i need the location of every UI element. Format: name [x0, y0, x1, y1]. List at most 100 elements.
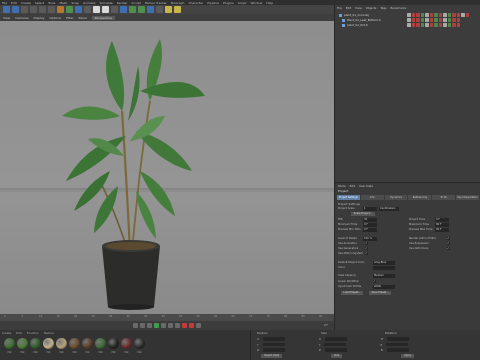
material-tag-icon[interactable]: [447, 18, 451, 22]
material-tag-icon[interactable]: [447, 13, 451, 17]
next-key-icon[interactable]: [168, 323, 173, 328]
material-tag-icon[interactable]: [438, 13, 442, 17]
material-tag-icon[interactable]: [407, 23, 411, 27]
material-tag-icon[interactable]: [456, 18, 460, 22]
material-menu-item[interactable]: Create: [2, 331, 11, 335]
object-menu-item[interactable]: View: [355, 6, 362, 10]
material-tag-icon[interactable]: [461, 13, 465, 17]
menu-item[interactable]: Simulate: [100, 1, 113, 5]
coordinate-field[interactable]: [386, 337, 409, 341]
material-tag-icon[interactable]: [420, 23, 424, 27]
pen-icon[interactable]: [129, 6, 136, 13]
attribute-field[interactable]: 90 F: [435, 228, 449, 232]
material-tag-icon[interactable]: [416, 23, 420, 27]
material-tag-icon[interactable]: [425, 18, 429, 22]
object-menu-item[interactable]: Objects: [366, 6, 377, 10]
material-tag-icon[interactable]: [443, 23, 447, 27]
attribute-checkbox[interactable]: [365, 246, 368, 251]
apply-button[interactable]: Apply: [401, 354, 415, 358]
move-icon[interactable]: [30, 6, 37, 13]
material-ball[interactable]: [69, 338, 80, 349]
coordinate-field[interactable]: [386, 342, 409, 346]
viewport-menu-item[interactable]: Panel: [79, 16, 87, 20]
camera-icon[interactable]: [165, 6, 172, 13]
attribute-button[interactable]: Load Preset...: [341, 291, 363, 295]
previous-key-icon[interactable]: [140, 323, 145, 328]
live-select-icon[interactable]: [21, 6, 28, 13]
material-ball[interactable]: [134, 338, 145, 349]
attribute-menu-item[interactable]: Edit: [350, 184, 355, 188]
menu-item[interactable]: Create: [21, 1, 31, 5]
menu-item[interactable]: Edit: [11, 1, 17, 5]
menu-item[interactable]: Tools: [48, 1, 55, 5]
record-icon[interactable]: [182, 323, 187, 328]
scale-icon[interactable]: [39, 6, 46, 13]
material-tag-icon[interactable]: [425, 13, 429, 17]
z-axis-icon[interactable]: [75, 6, 82, 13]
material-tag-icon[interactable]: [425, 23, 429, 27]
attribute-field[interactable]: [373, 266, 395, 270]
object-row[interactable]: Plant_01_Leaf_Bottom.0: [337, 18, 479, 22]
attribute-menu-item[interactable]: User Data: [359, 184, 373, 188]
go-to-start-icon[interactable]: [133, 323, 138, 328]
material-ball[interactable]: [17, 338, 28, 349]
attribute-checkbox[interactable]: [447, 246, 450, 251]
cube-icon[interactable]: [120, 6, 127, 13]
y-axis-icon[interactable]: [66, 6, 73, 13]
go-to-end-icon[interactable]: [175, 323, 180, 328]
keyframe-selection-icon[interactable]: [196, 323, 201, 328]
material-tag-icon[interactable]: [411, 23, 415, 27]
material-ball[interactable]: [95, 338, 106, 349]
object-menu-item[interactable]: Bookmarks: [391, 6, 407, 10]
attribute-tab[interactable]: Project Settings: [337, 195, 360, 200]
attribute-field[interactable]: sRGB: [373, 285, 395, 289]
material-tag-icon[interactable]: [429, 23, 433, 27]
material-tag-icon[interactable]: [434, 23, 438, 27]
object-menu-item[interactable]: File: [337, 6, 342, 10]
coordinate-field[interactable]: [262, 337, 285, 341]
coordinate-system-icon[interactable]: [84, 6, 91, 13]
coordinate-field[interactable]: [324, 342, 347, 346]
material-tag-icon[interactable]: [438, 23, 442, 27]
redo-icon[interactable]: [12, 6, 19, 13]
menu-item[interactable]: Character: [188, 1, 203, 5]
attribute-checkbox[interactable]: [447, 241, 450, 246]
attribute-checkbox[interactable]: [365, 251, 368, 256]
menu-item[interactable]: Motion Tracker: [145, 1, 167, 5]
menu-item[interactable]: Render: [117, 1, 128, 5]
attribute-checkbox[interactable]: [365, 241, 368, 246]
material-menu-item[interactable]: Edit: [16, 331, 21, 335]
menu-item[interactable]: Plugins: [223, 1, 234, 5]
play-icon[interactable]: [154, 323, 159, 328]
menu-item[interactable]: Pipeline: [207, 1, 219, 5]
material-tag-icon[interactable]: [434, 13, 438, 17]
material-tag-icon[interactable]: [443, 13, 447, 17]
attribute-tab[interactable]: To Do: [432, 195, 456, 200]
attribute-field[interactable]: 0 F: [363, 228, 377, 232]
attribute-checkbox[interactable]: [373, 279, 376, 284]
coordinate-field[interactable]: [262, 342, 285, 346]
coordinate-mode-dropdown[interactable]: Object (Rel): [261, 354, 283, 358]
material-menu-item[interactable]: Texture: [44, 331, 54, 335]
material-ball[interactable]: [121, 338, 132, 349]
rotate-icon[interactable]: [48, 6, 55, 13]
material-tag-icon[interactable]: [456, 13, 460, 17]
viewport-menu-item[interactable]: Display: [33, 16, 44, 20]
attribute-field[interactable]: Medium: [373, 274, 395, 278]
attribute-button[interactable]: Save Preset...: [369, 291, 391, 295]
material-tag-icon[interactable]: [452, 13, 456, 17]
menu-item[interactable]: Window: [250, 1, 262, 5]
attribute-field[interactable]: 90 F: [435, 223, 449, 227]
menu-item[interactable]: Snap: [71, 1, 79, 5]
material-tag-icon[interactable]: [465, 13, 469, 17]
array-icon[interactable]: [147, 6, 154, 13]
material-tag-icon[interactable]: [416, 13, 420, 17]
attribute-tab[interactable]: Info: [360, 195, 384, 200]
material-tag-icon[interactable]: [447, 23, 451, 27]
next-frame-icon[interactable]: [161, 323, 166, 328]
coordinate-field[interactable]: [324, 348, 347, 352]
light-icon[interactable]: [174, 6, 181, 13]
material-tag-icon[interactable]: [452, 23, 456, 27]
coordinate-field[interactable]: [386, 348, 409, 352]
material-tag-icon[interactable]: [438, 18, 442, 22]
